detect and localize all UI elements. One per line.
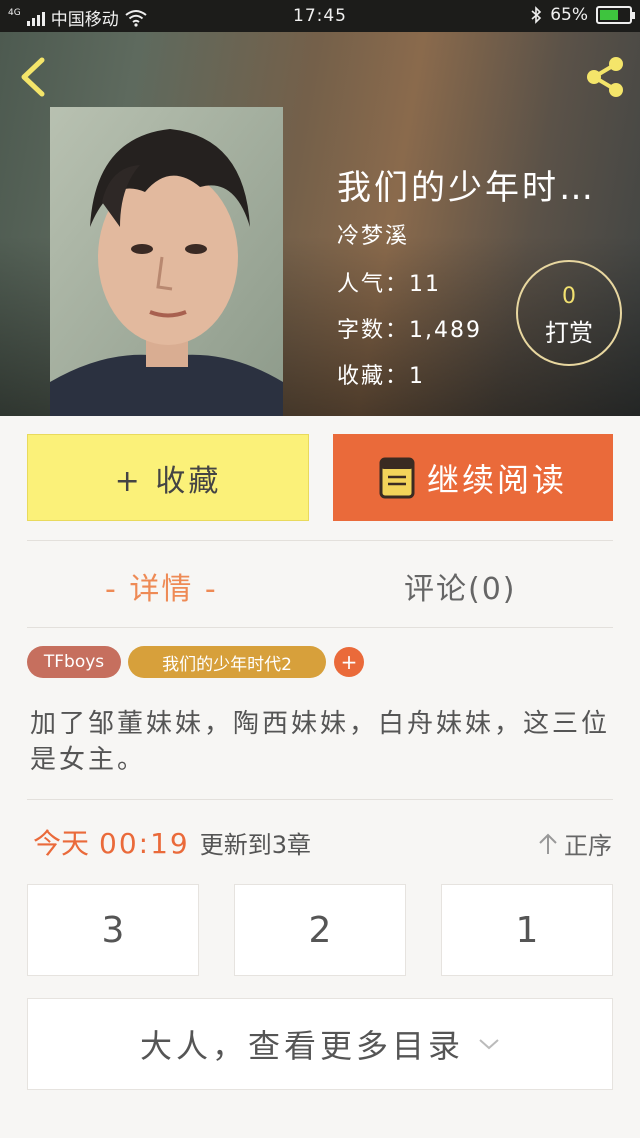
- back-button[interactable]: [14, 54, 54, 100]
- update-text: 更新到3章: [199, 831, 311, 859]
- book-header: 我们的少年时… 冷梦溪 人气：11 字数：1,489 收藏：1 0 打赏: [0, 32, 640, 416]
- bluetooth-icon: [531, 6, 542, 24]
- chevron-down-icon: [479, 1039, 499, 1050]
- tip-button[interactable]: 0 打赏: [516, 260, 622, 366]
- book-description: 加了邹董妹妹，陶西妹妹，白舟妹妹，这三位是女主。: [30, 709, 611, 775]
- favorite-label: + 收藏: [114, 463, 222, 499]
- battery-icon: [596, 6, 635, 24]
- more-catalog-label: 大人，查看更多目录: [139, 1027, 464, 1065]
- book-cover[interactable]: [50, 107, 283, 416]
- continue-reading-label: 继续阅读: [426, 460, 567, 499]
- next-section-peek: [0, 1120, 640, 1138]
- battery-fill: [600, 10, 619, 20]
- update-time: 00:19: [99, 827, 190, 860]
- cover-portrait-image: [50, 107, 283, 416]
- divider: [27, 540, 613, 541]
- chapter-button[interactable]: 1: [441, 884, 613, 976]
- favorite-button[interactable]: + 收藏: [27, 434, 309, 521]
- tip-count: 0: [562, 284, 576, 309]
- book-author[interactable]: 冷梦溪: [337, 218, 409, 250]
- tab-detail[interactable]: - 详情 -: [105, 562, 218, 610]
- book-popularity: 人气：11: [337, 272, 441, 297]
- more-catalog-button[interactable]: 大人，查看更多目录: [27, 998, 613, 1090]
- book-icon: [379, 457, 415, 498]
- arrow-up-icon: [539, 833, 557, 854]
- share-icon: [587, 57, 623, 97]
- sort-order-label: 正序: [564, 832, 612, 860]
- tab-comments[interactable]: 评论(0): [404, 562, 517, 610]
- update-info: 今天 00:19 更新到3章: [33, 822, 311, 862]
- back-icon: [21, 57, 45, 97]
- divider: [27, 627, 613, 628]
- share-button[interactable]: [582, 54, 628, 100]
- book-title: 我们的少年时…: [337, 168, 596, 208]
- divider: [27, 799, 613, 800]
- tag-chip[interactable]: TFboys: [27, 646, 121, 678]
- sort-order-toggle[interactable]: 正序: [538, 826, 612, 861]
- add-tag-button[interactable]: +: [334, 647, 364, 677]
- update-day: 今天: [33, 827, 90, 860]
- tag-chip[interactable]: 我们的少年时代2: [128, 646, 326, 678]
- continue-reading-button[interactable]: 继续阅读: [333, 434, 613, 521]
- book-word-count: 字数：1,489: [337, 318, 482, 343]
- status-bar: 4G 中国移动 17:45 65%: [0, 0, 640, 32]
- battery-percent: 65%: [550, 5, 588, 25]
- tip-label: 打赏: [545, 319, 593, 347]
- book-favorites: 收藏：1: [337, 364, 425, 389]
- chapter-button[interactable]: 2: [234, 884, 406, 976]
- chapter-button[interactable]: 3: [27, 884, 199, 976]
